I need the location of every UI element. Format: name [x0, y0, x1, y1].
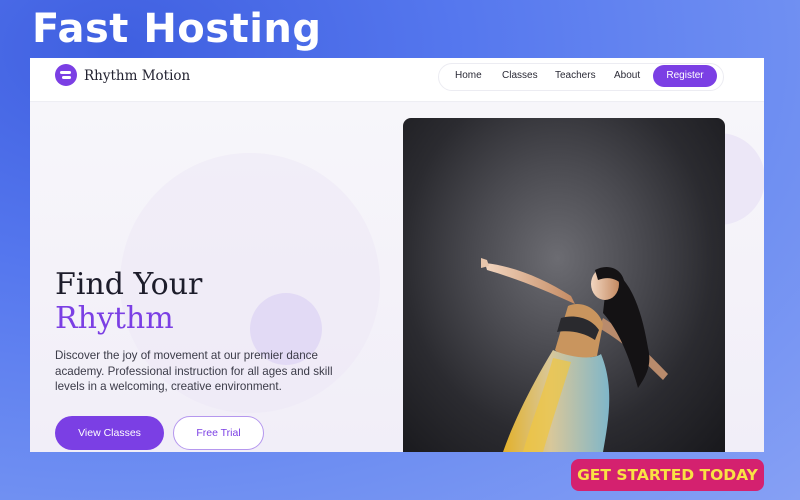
- free-trial-button[interactable]: Free Trial: [173, 416, 264, 450]
- hero-description: Discover the joy of movement at our prem…: [55, 349, 333, 393]
- nav-classes[interactable]: Classes: [502, 70, 538, 81]
- site-header: Rhythm Motion Home Classes Teachers Abou…: [30, 58, 764, 102]
- brand-name[interactable]: Rhythm Motion: [84, 68, 190, 84]
- hero-title-line1: Find Your: [55, 267, 203, 302]
- nav-about[interactable]: About: [614, 70, 640, 81]
- dancer-photo: [403, 118, 725, 452]
- dancer-figure: [481, 258, 668, 452]
- website-preview: Rhythm Motion Home Classes Teachers Abou…: [30, 58, 764, 452]
- nav-home[interactable]: Home: [455, 70, 482, 81]
- nav-teachers[interactable]: Teachers: [555, 70, 596, 81]
- banner-title: Fast Hosting: [32, 6, 322, 52]
- main-nav: Home Classes Teachers About Register: [438, 63, 724, 91]
- logo-icon[interactable]: [55, 64, 77, 86]
- get-started-button[interactable]: GET STARTED TODAY: [571, 459, 764, 491]
- register-button[interactable]: Register: [653, 65, 717, 87]
- hero-title-line2: Rhythm: [55, 301, 174, 336]
- view-classes-button[interactable]: View Classes: [55, 416, 164, 450]
